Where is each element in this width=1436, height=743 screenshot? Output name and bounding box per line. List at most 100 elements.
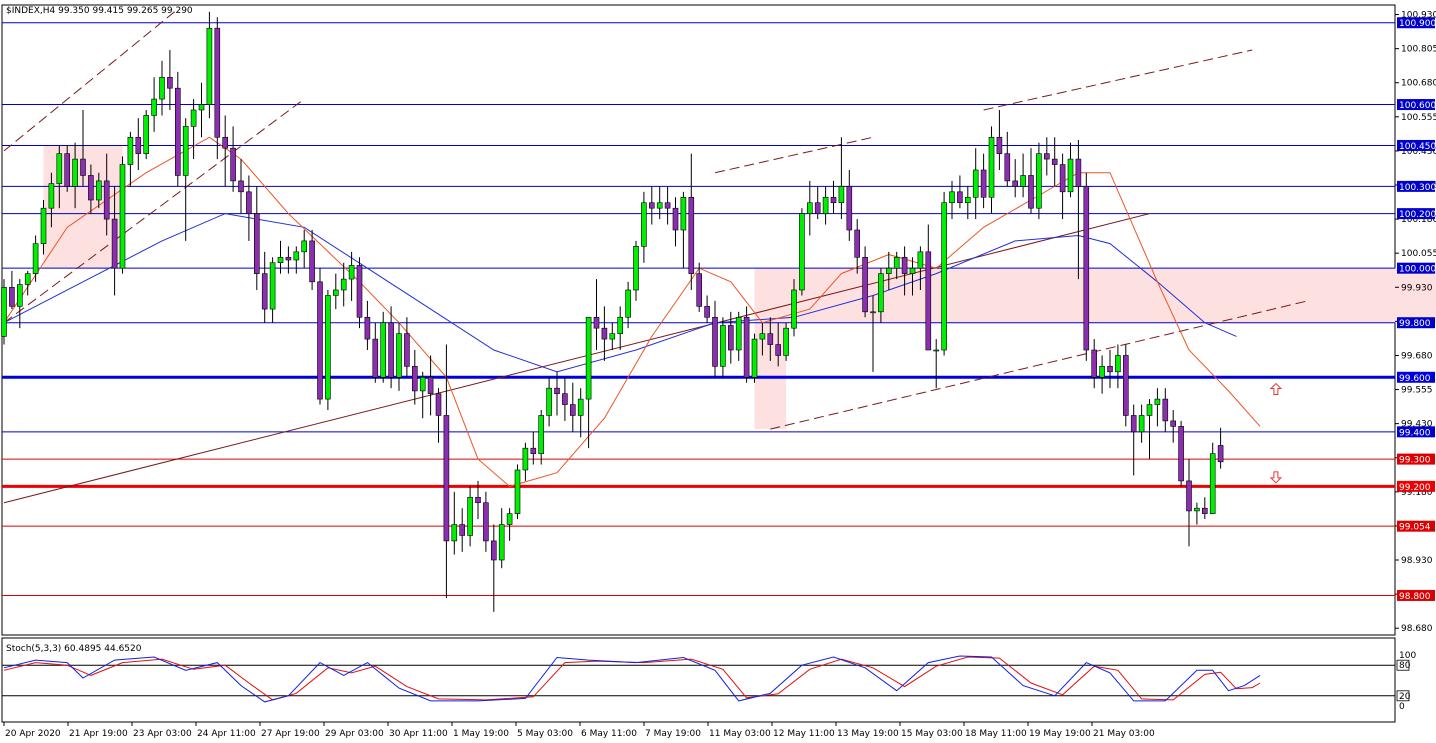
price-tick-label: 99.555: [1401, 386, 1433, 396]
candle-body: [799, 213, 805, 291]
candle: [277, 240, 284, 274]
candle: [24, 270, 31, 296]
candle: [143, 110, 149, 160]
candle-body: [332, 289, 339, 296]
candle: [957, 175, 963, 209]
trendline: [983, 49, 1253, 111]
candle-body: [514, 469, 521, 514]
candle-body: [972, 169, 979, 198]
candle: [309, 230, 315, 290]
candle: [1012, 159, 1019, 198]
candle-body: [909, 267, 916, 274]
candle: [562, 377, 568, 421]
candle: [996, 110, 1003, 170]
candle: [933, 339, 940, 389]
candle-body: [309, 240, 315, 283]
candle-body: [16, 284, 23, 307]
candle-body: [1036, 153, 1042, 209]
candle-body: [1146, 404, 1153, 416]
candle-body: [506, 513, 513, 525]
candle: [214, 17, 221, 160]
candle: [546, 377, 552, 427]
candle-body: [459, 524, 466, 536]
price-tick-label: 98.930: [1401, 556, 1433, 566]
level-price-tag-label: 100.000: [1399, 265, 1436, 275]
candle: [569, 382, 576, 432]
candle: [1020, 153, 1026, 198]
candle: [656, 186, 663, 220]
candle-body: [24, 273, 31, 285]
candle: [1138, 404, 1145, 443]
candle-body: [1138, 415, 1145, 433]
candle: [1028, 148, 1034, 214]
candle: [641, 191, 647, 263]
level-price-tag-label: 100.300: [1399, 183, 1436, 193]
candle-body: [127, 136, 134, 165]
candle-body: [720, 325, 726, 367]
candle-body: [1, 286, 7, 337]
level-price-tag-label: 100.600: [1399, 101, 1436, 111]
candle: [388, 306, 394, 389]
time-tick-label: 11 May 03:00: [709, 729, 771, 739]
candle-body: [451, 524, 458, 542]
candle: [1217, 427, 1224, 469]
candle-body: [633, 246, 639, 291]
candle: [206, 11, 213, 119]
candle-body: [364, 316, 371, 340]
candle-body: [1067, 158, 1074, 193]
candle-body: [688, 196, 695, 274]
price-tick-label: 100.055: [1401, 249, 1436, 259]
candle-body: [712, 316, 718, 367]
time-tick-label: 30 Apr 11:00: [389, 729, 448, 739]
candle-body: [1083, 186, 1090, 351]
level-price-tag-label: 99.300: [1399, 456, 1431, 466]
candle: [712, 300, 718, 378]
candle: [972, 148, 979, 220]
price-axis: 100.930100.805100.680100.555100.430100.3…: [1395, 11, 1436, 634]
candle-body: [340, 278, 347, 291]
candle-body: [190, 109, 197, 127]
candle: [1044, 137, 1050, 176]
stochastic-k-line: [3, 655, 1261, 703]
candle-body: [1107, 366, 1113, 373]
candle: [317, 268, 323, 405]
candle-body: [198, 104, 205, 111]
candle-body: [1075, 158, 1082, 187]
candle-body: [1028, 175, 1034, 209]
candle-body: [411, 366, 418, 392]
candle: [1162, 388, 1169, 432]
candle-body: [269, 262, 276, 310]
price-chart: $INDEX,H4 99.350 99.415 99.265 99.290 St…: [1, 4, 1436, 739]
candle-body: [490, 540, 497, 561]
candle: [411, 350, 418, 405]
chart-header: $INDEX,H4 99.350 99.415 99.265 99.290: [6, 6, 193, 16]
time-tick-label: 15 May 03:00: [901, 729, 963, 739]
candle-body: [949, 191, 955, 204]
candle: [9, 270, 15, 310]
candle-body: [562, 393, 568, 405]
candle: [498, 508, 505, 569]
candle-body: [206, 27, 213, 105]
candle-body: [301, 240, 308, 253]
time-tick-label: 19 May 19:00: [1029, 729, 1091, 739]
candle: [435, 388, 442, 443]
candle-body: [751, 338, 758, 378]
candle: [396, 322, 402, 391]
time-tick-label: 12 May 11:00: [773, 729, 835, 739]
candle-body: [1123, 355, 1129, 416]
candle: [1059, 153, 1066, 220]
candle-body: [522, 447, 529, 471]
candle: [190, 99, 197, 160]
candle-body: [103, 180, 110, 220]
candle-body: [696, 273, 703, 307]
price-tick-label: 99.930: [1401, 283, 1433, 293]
candle-body: [1051, 158, 1058, 165]
candle-body: [1044, 153, 1050, 160]
stochastic-tick-label: 100: [1399, 651, 1416, 661]
candle-body: [325, 295, 331, 400]
candle-body: [941, 202, 947, 351]
candle: [577, 388, 584, 438]
candle: [601, 306, 608, 361]
candle: [680, 191, 687, 269]
candle: [743, 306, 750, 383]
